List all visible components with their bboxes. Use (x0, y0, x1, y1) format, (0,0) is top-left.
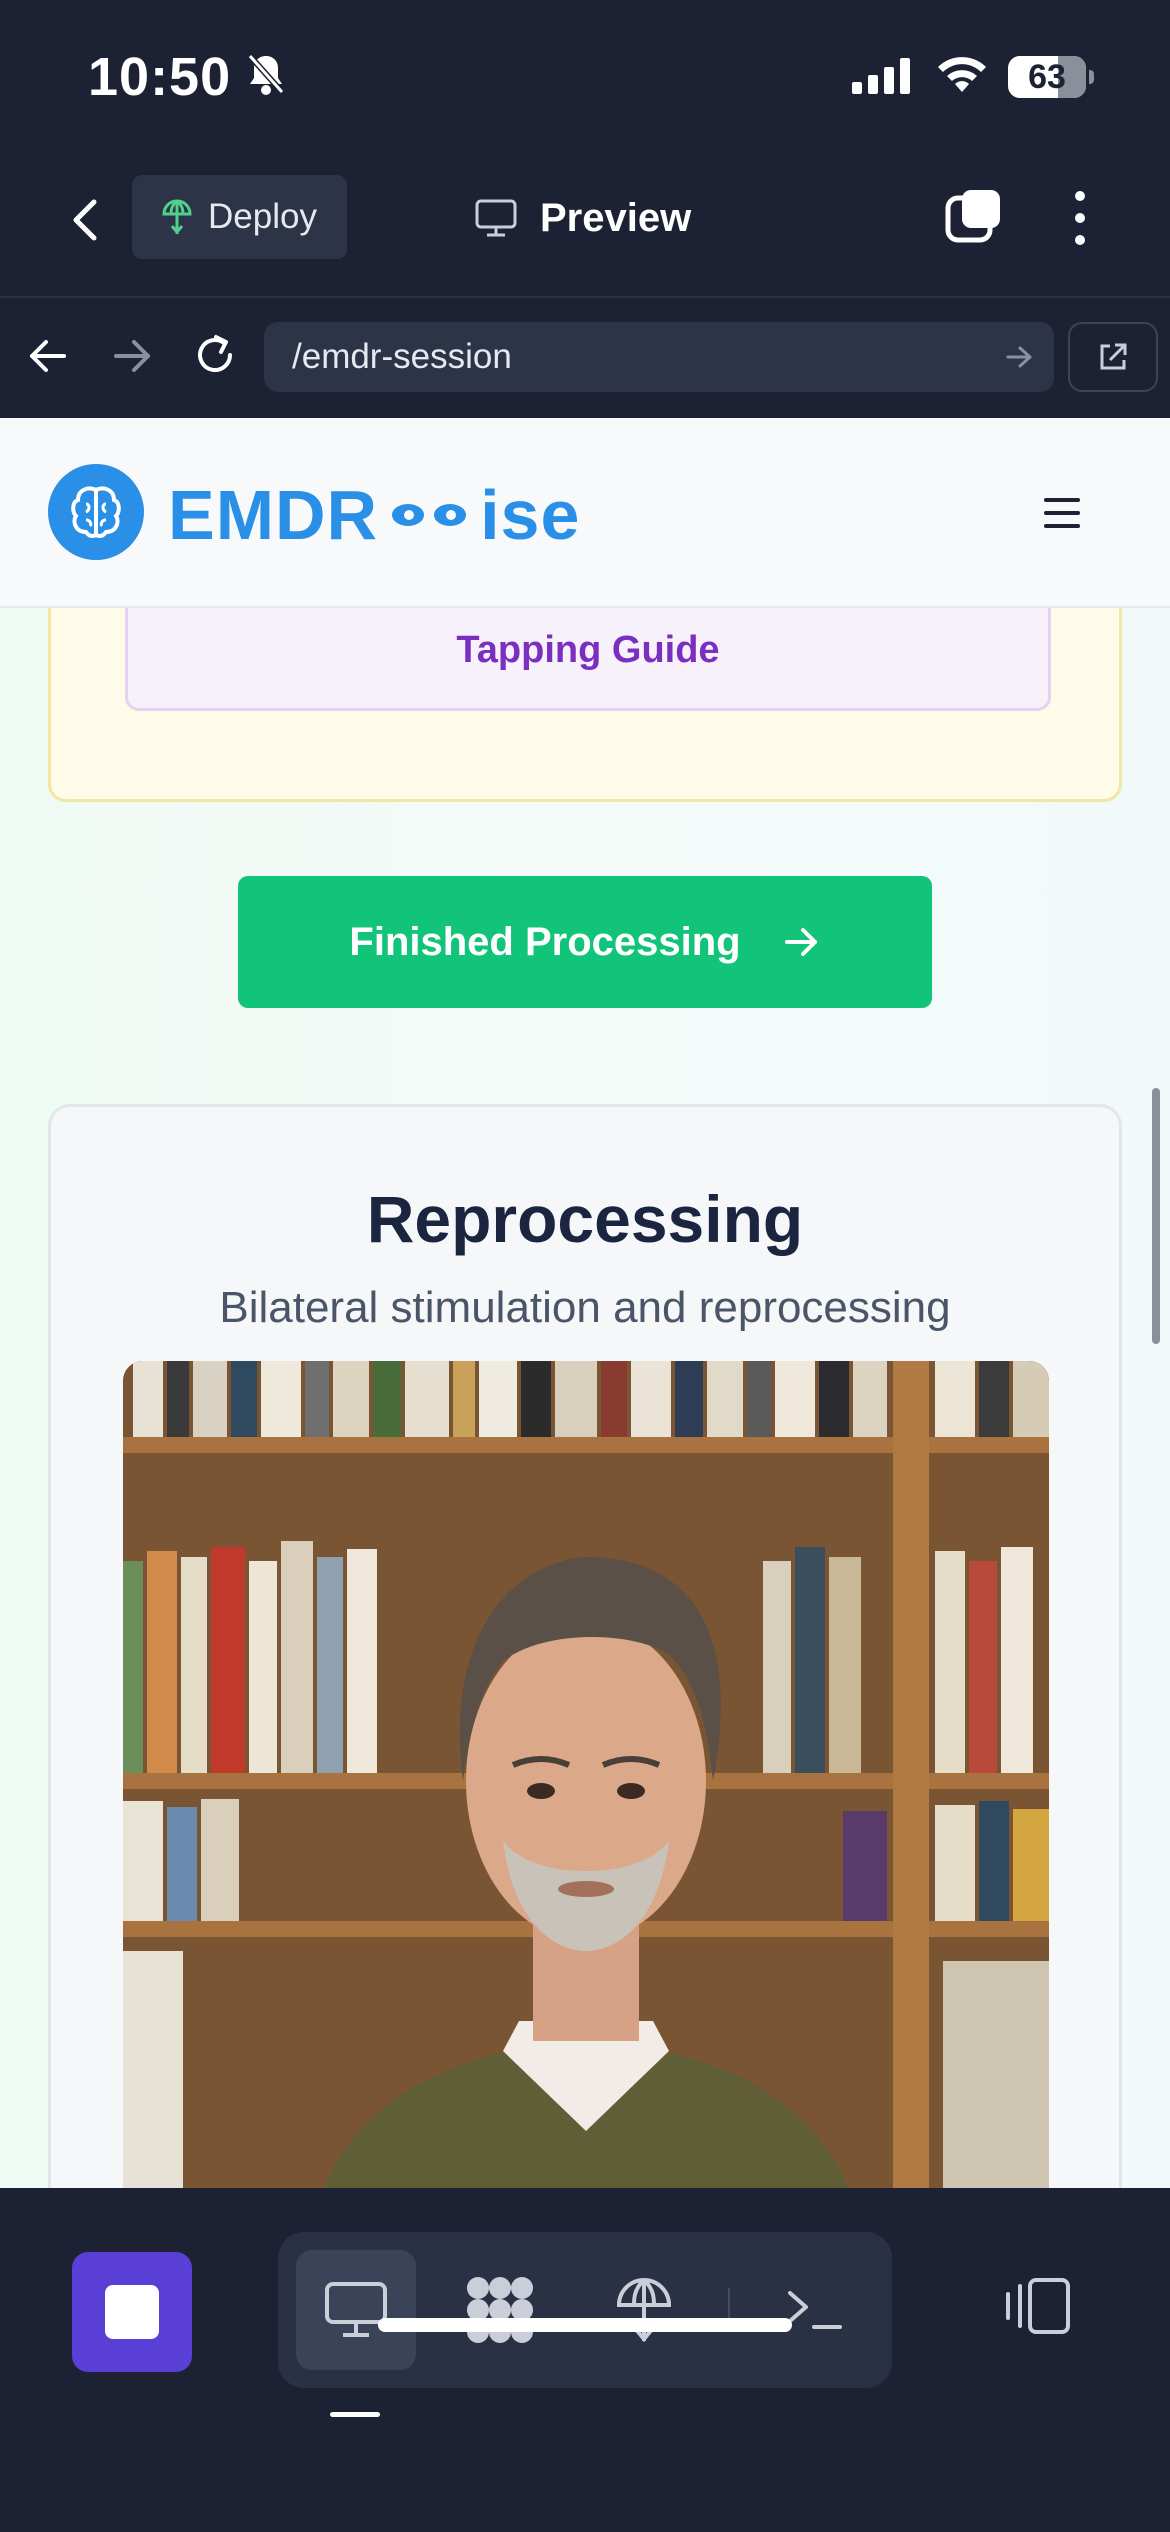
battery-level: 63 (1028, 58, 1066, 96)
logo-suffix: ise (480, 476, 581, 554)
go-arrow-icon[interactable] (1004, 342, 1034, 372)
arrow-right-icon (784, 928, 817, 956)
tabs-icon[interactable] (944, 186, 1004, 246)
stop-icon (105, 2285, 159, 2339)
battery-icon: 63 (1008, 56, 1086, 98)
monitor-icon (475, 199, 517, 237)
open-external-button[interactable] (1068, 322, 1158, 392)
signal-icon (852, 58, 910, 94)
browser-bar: /emdr-session (0, 296, 1170, 418)
therapist-video[interactable] (123, 1361, 1049, 2188)
site-header: EMDR ise (0, 418, 1170, 608)
finished-processing-button[interactable]: Finished Processing (238, 876, 932, 1008)
finished-processing-label: Finished Processing (349, 919, 741, 964)
reprocessing-subtitle: Bilateral stimulation and reprocessing (219, 1283, 951, 1332)
active-tab-indicator (330, 2412, 380, 2417)
scrollbar[interactable] (1152, 1088, 1160, 1344)
deploy-tool-button[interactable] (584, 2250, 704, 2370)
therapist-portrait-image (123, 1361, 1049, 2188)
reload-icon[interactable] (190, 330, 240, 380)
monitor-icon (325, 2282, 387, 2337)
panel-toggle-icon[interactable] (1000, 2276, 1074, 2336)
agent-tool-button[interactable] (440, 2250, 560, 2370)
tool-switcher (278, 2232, 892, 2388)
bell-slash-icon (247, 54, 285, 95)
preview-label: Preview (540, 195, 692, 240)
site-logo[interactable]: EMDR ise (168, 470, 580, 560)
terminal-tool-button[interactable] (754, 2250, 874, 2370)
menu-icon[interactable] (1044, 498, 1080, 528)
deploy-icon (162, 199, 192, 235)
agent-icon (467, 2277, 533, 2343)
stop-button[interactable] (72, 2252, 192, 2372)
deploy-label: Deploy (208, 197, 317, 236)
battery-tip (1089, 70, 1094, 84)
arrow-right-icon[interactable] (110, 334, 154, 378)
preview-tab[interactable]: Preview (474, 188, 691, 248)
more-vertical-icon[interactable] (1066, 186, 1094, 250)
deploy-icon (616, 2278, 672, 2343)
web-preview: EMDR ise Tapping Guide Finished Processi… (0, 418, 1170, 2188)
status-bar: 10:50 63 (0, 0, 1170, 150)
status-time: 10:50 (88, 47, 232, 107)
url-input[interactable]: /emdr-session (264, 322, 1054, 392)
arrow-left-icon[interactable] (26, 334, 70, 378)
url-text: /emdr-session (292, 337, 512, 376)
terminal-icon (788, 2291, 842, 2329)
home-indicator (378, 2318, 792, 2332)
reprocessing-title: Reprocessing (366, 1182, 804, 1256)
brain-logo-icon (48, 464, 144, 560)
bottom-toolbar (0, 2188, 1170, 2532)
reprocessing-card: Reprocessing Bilateral stimulation and r… (48, 1104, 1122, 2188)
preview-tool-button[interactable] (296, 2250, 416, 2370)
app-header: Deploy Preview (0, 150, 1170, 296)
wifi-icon (938, 57, 986, 92)
eyes-icon (392, 504, 467, 526)
tapping-guide-text: Tapping Guide (456, 629, 720, 671)
back-chevron-icon[interactable] (60, 190, 110, 250)
deploy-button[interactable]: Deploy (132, 175, 347, 259)
logo-prefix: EMDR (168, 476, 379, 554)
external-link-icon (1100, 343, 1127, 370)
